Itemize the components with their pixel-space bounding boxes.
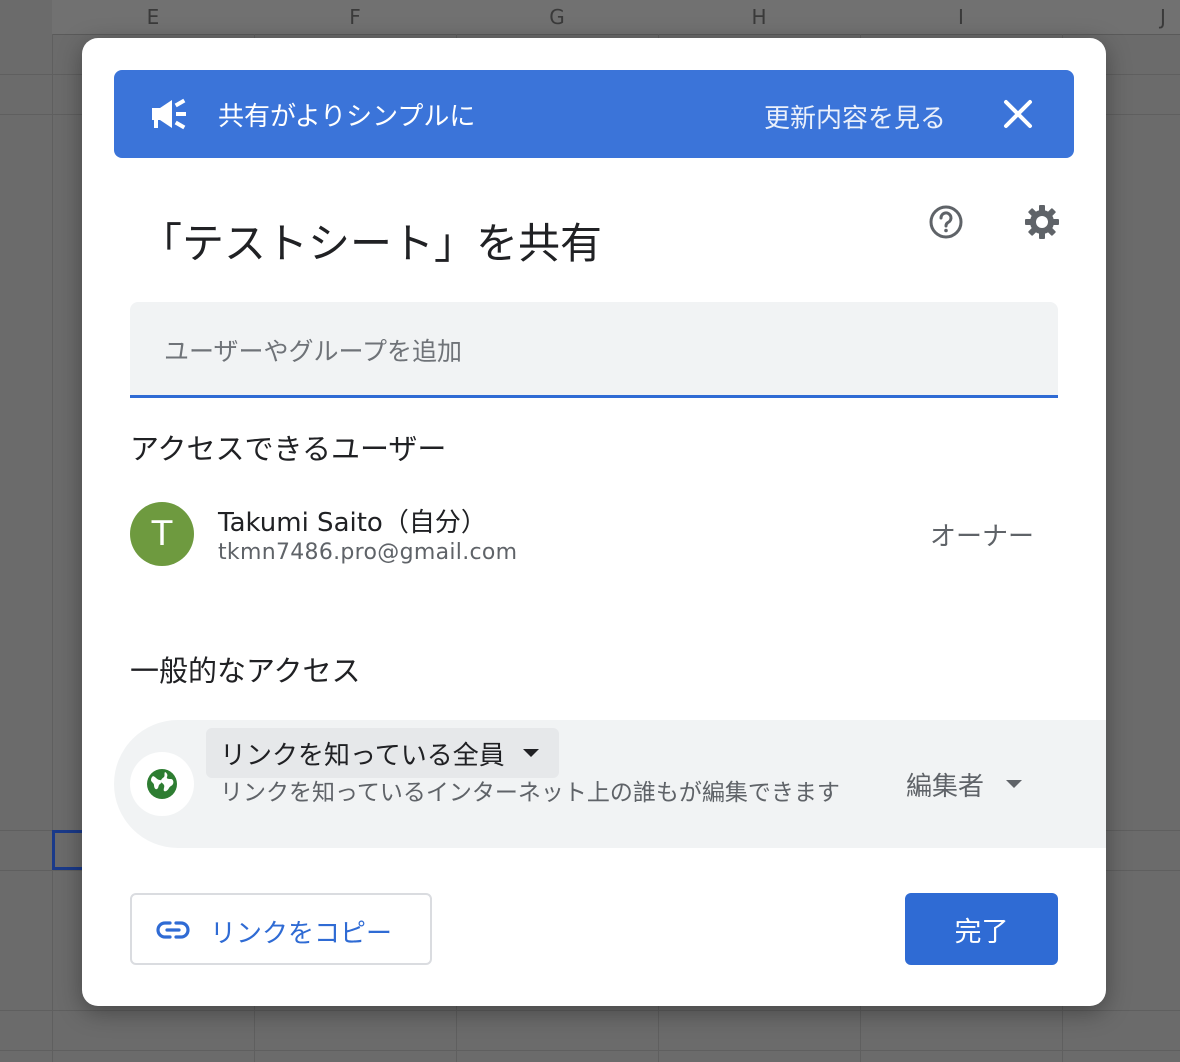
megaphone-icon: [152, 98, 186, 130]
people-with-access-heading: アクセスできるユーザー: [130, 432, 447, 466]
caret-down-icon: [522, 749, 539, 757]
link-scope-description: リンクを知っているインターネット上の誰もが編集できます: [220, 780, 840, 806]
help-icon[interactable]: [928, 204, 964, 240]
link-scope-label: リンクを知っている全員: [220, 740, 505, 771]
gear-icon[interactable]: [1022, 202, 1062, 242]
column-header-h[interactable]: H: [658, 0, 861, 35]
grid-line: [0, 1050, 1180, 1051]
column-header-i[interactable]: I: [860, 0, 1063, 35]
done-button[interactable]: 完了: [905, 893, 1058, 965]
dialog-title: 「テストシート」を共有: [140, 219, 603, 268]
grid-line: [52, 34, 53, 1062]
globe-icon: [147, 769, 177, 799]
general-role-dropdown[interactable]: 編集者: [906, 766, 1030, 803]
general-access-heading: 一般的なアクセス: [130, 654, 361, 688]
user-name-text: Takumi Saito: [218, 508, 383, 538]
user-role: オーナー: [930, 522, 1035, 552]
add-people-input[interactable]: [162, 330, 1026, 372]
general-role-label: 編集者: [906, 772, 985, 802]
banner-title: 共有がよりシンプルに: [218, 102, 476, 132]
add-people-field: [130, 302, 1058, 398]
column-header-e[interactable]: E: [52, 0, 255, 35]
copy-link-button[interactable]: リンクをコピー: [130, 893, 432, 965]
copy-link-label: リンクをコピー: [210, 919, 393, 949]
user-email: tkmn7486.pro@gmail.com: [218, 540, 518, 565]
share-dialog: 共有がよりシンプルに 更新内容を見る 「テストシート」を共有 アクセスできるユー…: [82, 38, 1106, 1006]
update-banner: 共有がよりシンプルに 更新内容を見る: [114, 70, 1074, 158]
column-header-f[interactable]: F: [254, 0, 457, 35]
column-header-g[interactable]: G: [456, 0, 659, 35]
link-scope-dropdown[interactable]: リンクを知っている全員: [206, 728, 559, 778]
general-access-row: リンクを知っている全員 リンクを知っているインターネット上の誰もが編集できます …: [114, 720, 1106, 848]
grid-line: [0, 1010, 1180, 1011]
avatar: T: [130, 502, 194, 566]
user-name: Takumi Saito（自分）: [218, 502, 487, 539]
caret-down-icon: [1006, 780, 1023, 788]
whats-new-link[interactable]: 更新内容を見る: [764, 98, 946, 135]
close-icon[interactable]: [1000, 96, 1036, 132]
column-header-j[interactable]: J: [1062, 0, 1180, 35]
link-icon: [156, 921, 190, 939]
globe-icon-container: [130, 752, 194, 816]
self-label: （自分）: [382, 508, 487, 538]
